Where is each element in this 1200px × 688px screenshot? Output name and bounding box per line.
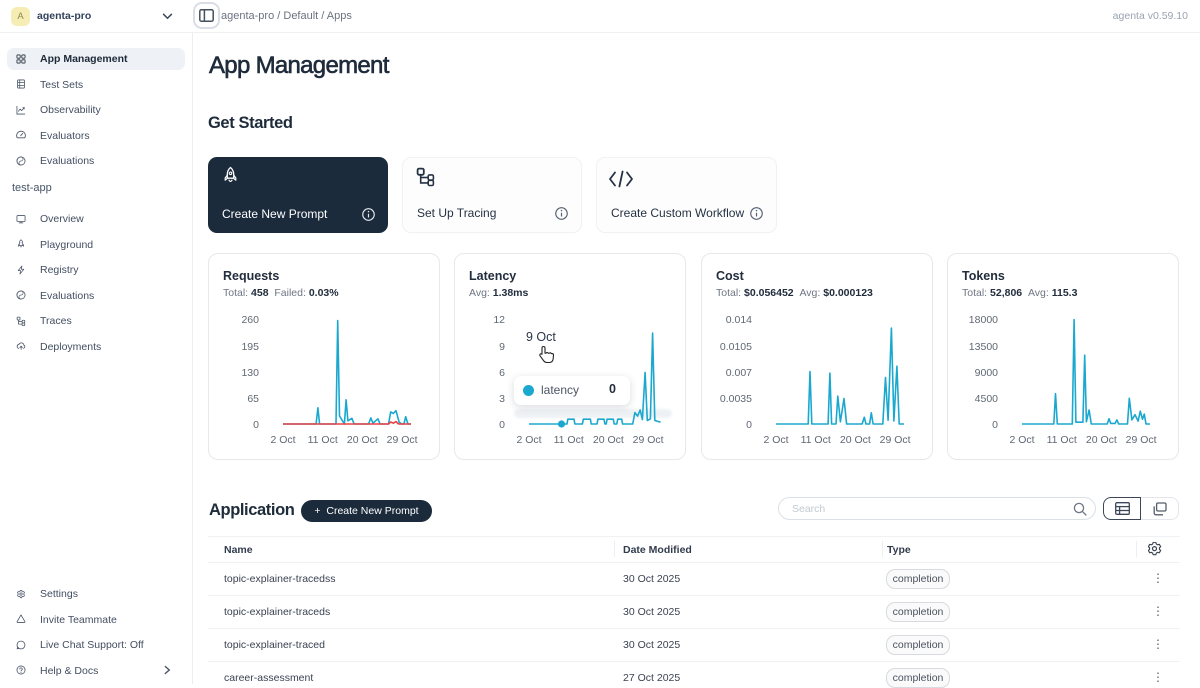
svg-text:11 Oct: 11 Oct — [308, 434, 338, 446]
svg-text:2 Oct: 2 Oct — [516, 434, 541, 446]
svg-text:20 Oct: 20 Oct — [593, 434, 624, 446]
svg-text:20 Oct: 20 Oct — [347, 434, 378, 446]
svg-text:6: 6 — [499, 367, 505, 379]
svg-text:2 Oct: 2 Oct — [1009, 434, 1034, 446]
svg-text:2 Oct: 2 Oct — [763, 434, 788, 446]
svg-text:29 Oct: 29 Oct — [1126, 434, 1157, 446]
svg-text:11 Oct: 11 Oct — [1047, 434, 1077, 446]
svg-text:20 Oct: 20 Oct — [1086, 434, 1117, 446]
svg-text:0: 0 — [746, 419, 752, 431]
svg-text:65: 65 — [247, 393, 259, 405]
svg-text:3: 3 — [499, 393, 505, 405]
svg-text:11 Oct: 11 Oct — [554, 434, 584, 446]
svg-text:2 Oct: 2 Oct — [270, 434, 295, 446]
svg-text:0: 0 — [499, 419, 505, 431]
svg-text:0.007: 0.007 — [726, 367, 752, 379]
svg-text:12: 12 — [493, 314, 505, 326]
svg-text:11 Oct: 11 Oct — [801, 434, 831, 446]
svg-text:260: 260 — [241, 314, 259, 326]
svg-text:9: 9 — [499, 341, 505, 353]
svg-text:130: 130 — [241, 367, 259, 379]
svg-text:29 Oct: 29 Oct — [387, 434, 418, 446]
svg-text:4500: 4500 — [975, 393, 999, 405]
svg-text:0: 0 — [992, 419, 998, 431]
svg-text:0.014: 0.014 — [726, 314, 752, 326]
svg-text:0: 0 — [253, 419, 259, 431]
svg-text:18000: 18000 — [969, 314, 998, 326]
svg-text:20 Oct: 20 Oct — [840, 434, 871, 446]
svg-text:29 Oct: 29 Oct — [880, 434, 911, 446]
svg-text:0.0035: 0.0035 — [720, 393, 752, 405]
svg-text:195: 195 — [241, 341, 259, 353]
svg-text:13500: 13500 — [969, 341, 998, 353]
svg-text:0.0105: 0.0105 — [720, 341, 752, 353]
svg-text:29 Oct: 29 Oct — [633, 434, 664, 446]
svg-text:9000: 9000 — [975, 367, 999, 379]
